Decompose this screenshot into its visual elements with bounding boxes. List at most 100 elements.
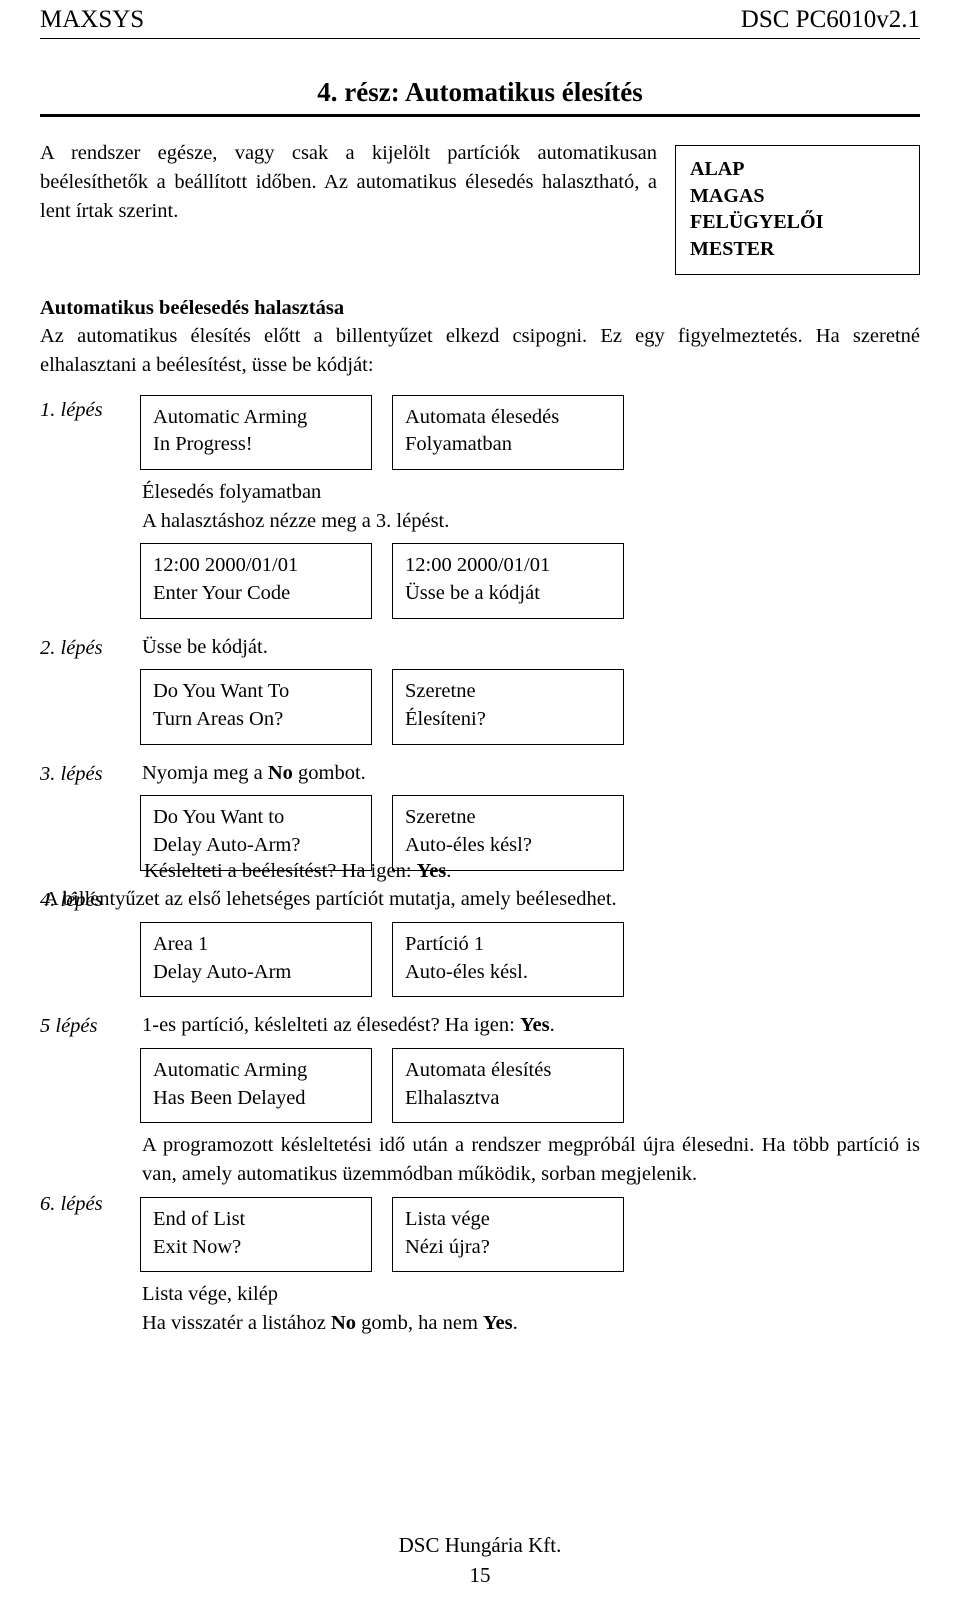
header-left-text: MAXSYS xyxy=(40,6,145,33)
page-header: MAXSYS DSC PC6010v2.1 xyxy=(40,0,920,34)
page-title: 4. rész: Automatikus élesítés xyxy=(317,77,643,107)
step-label: 1. lépés xyxy=(40,398,103,421)
note-bold: No xyxy=(330,1311,357,1334)
step-row: 2. lépés Üsse be kódját. Do You Want To … xyxy=(40,633,920,745)
step-label: 3. lépés xyxy=(40,762,103,785)
note-text: . xyxy=(549,1014,555,1037)
step-row: 6. lépés A programozott késleltetési idő… xyxy=(40,1131,920,1337)
note-text: . xyxy=(446,859,452,882)
step-note: A programozott késleltetési idő után a r… xyxy=(142,1134,920,1186)
lcd-display-english: Area 1 Delay Auto-Arm xyxy=(140,922,372,998)
step-note: A billentyűzet az első lehetséges partíc… xyxy=(44,888,617,911)
step-row: 4. lépés Késlelteti a beélesítést? Ha ig… xyxy=(40,860,920,998)
step-row: 5 lépés 1-es partíció, késlelteti az éle… xyxy=(40,1011,920,1124)
lcd-line: Lista vége xyxy=(405,1207,490,1230)
lcd-line: Delay Auto-Arm xyxy=(153,960,292,983)
lcd-display-hungarian: Szeretne Élesíteni? xyxy=(392,669,624,745)
access-level-box: ALAP MAGAS FELÜGYELŐI MESTER xyxy=(675,145,920,276)
note-bold: Yes xyxy=(483,1311,513,1334)
note-bold: Yes xyxy=(416,859,447,882)
section-heading: Automatikus beélesedés halasztása xyxy=(40,297,345,320)
header-divider xyxy=(40,38,920,39)
lcd-display-english: End of List Exit Now? xyxy=(140,1196,372,1273)
step-label: 6. lépés xyxy=(40,1193,103,1216)
lcd-line: 12:00 2000/01/01 xyxy=(153,554,299,577)
note-text: gomb, ha nem xyxy=(356,1311,484,1334)
note-text: Ha visszatér a listához xyxy=(142,1311,331,1334)
lcd-line: Auto-éles késl. xyxy=(405,960,528,983)
note-bold: Yes xyxy=(519,1014,550,1037)
note-text: Késlelteti a beélesítést? Ha igen: xyxy=(144,859,417,882)
lcd-display-hungarian: Partíció 1 Auto-éles késl. xyxy=(392,922,624,998)
intro-paragraph: A rendszer egésze, vagy csak a kijelölt … xyxy=(40,142,657,223)
lcd-pair: Do You Want To Turn Areas On? Szeretne É… xyxy=(140,669,920,745)
access-level-item: FELÜGYELŐI xyxy=(690,211,824,234)
header-right-text: DSC PC6010v2.1 xyxy=(740,6,920,33)
lcd-line: Automatic Arming xyxy=(153,1059,308,1082)
step-note: Élesedés folyamatban xyxy=(142,480,322,503)
footer-page-number: 15 xyxy=(469,1562,491,1587)
title-divider xyxy=(40,114,920,117)
step-row: 1. lépés Automatic Arming In Progress! A… xyxy=(40,394,920,619)
footer-company: DSC Hungária Kft. xyxy=(398,1533,562,1558)
lcd-display-english: 12:00 2000/01/01 Enter Your Code xyxy=(140,543,372,619)
lcd-line: Delay Auto-Arm? xyxy=(153,834,301,857)
lcd-line: Turn Areas On? xyxy=(153,708,284,731)
step-body: Nyomja meg a No gombot. Do You Want to D… xyxy=(140,759,920,871)
steps-container: 1. lépés Automatic Arming In Progress! A… xyxy=(40,394,920,1338)
lcd-display-hungarian: Lista vége Nézi újra? xyxy=(392,1196,624,1273)
page-footer: DSC Hungária Kft. 15 xyxy=(0,1531,960,1590)
lcd-display-hungarian: 12:00 2000/01/01 Üsse be a kódját xyxy=(392,543,624,619)
lcd-line: Has Been Delayed xyxy=(153,1086,306,1109)
step-label: 2. lépés xyxy=(40,636,103,659)
lcd-display-hungarian: Automata élesedés Folyamatban xyxy=(392,394,624,470)
step-note: Ha visszatér a listához No gomb, ha nem … xyxy=(140,1309,920,1338)
lcd-pair: Automatic Arming Has Been Delayed Automa… xyxy=(140,1048,920,1124)
access-level-item: ALAP xyxy=(690,158,745,180)
lcd-line: Folyamatban xyxy=(405,433,513,456)
step-note: A halasztáshoz nézze meg a 3. lépést. xyxy=(142,509,450,532)
lcd-line: End of List xyxy=(153,1207,246,1230)
lcd-line: Automata élesítés xyxy=(405,1059,552,1082)
note-text: 1-es partíció, késlelteti az élesedést? … xyxy=(142,1014,520,1037)
lcd-line: Automata élesedés xyxy=(405,405,560,428)
access-level-item: MAGAS xyxy=(690,184,765,207)
step-body: Automatic Arming In Progress! Automata é… xyxy=(140,394,920,619)
step-label: 5 lépés xyxy=(40,1015,98,1038)
lcd-line: 12:00 2000/01/01 xyxy=(405,554,551,577)
lcd-line: Partíció 1 xyxy=(405,933,485,956)
lcd-display-english: Automatic Arming In Progress! xyxy=(140,394,372,470)
note-text: . xyxy=(512,1311,518,1334)
note-bold: No xyxy=(267,761,293,784)
step-note: 1-es partíció, késlelteti az élesedést? … xyxy=(140,1011,920,1040)
lcd-pair: Automatic Arming In Progress! Automata é… xyxy=(140,394,920,470)
lcd-pair: 12:00 2000/01/01 Enter Your Code 12:00 2… xyxy=(140,543,920,619)
step-row: 3. lépés Nyomja meg a No gombot. Do You … xyxy=(40,759,920,871)
lcd-pair: End of List Exit Now? Lista vége Nézi új… xyxy=(140,1196,920,1273)
step-note: Nyomja meg a No gombot. xyxy=(140,759,920,788)
lcd-line: Enter Your Code xyxy=(153,581,291,604)
note-text: gombot. xyxy=(292,761,366,784)
step-note: Lista vége, kilép xyxy=(142,1283,279,1306)
section-paragraph: Az automatikus élesítés előtt a billenty… xyxy=(40,325,920,377)
step-body: Késlelteti a beélesítést? Ha igen: Yes. … xyxy=(44,860,920,998)
lcd-pair: Area 1 Delay Auto-Arm Partíció 1 Auto-él… xyxy=(140,922,920,998)
step-body: 1-es partíció, késlelteti az élesedést? … xyxy=(140,1011,920,1124)
lcd-line: Elhalasztva xyxy=(405,1086,500,1109)
lcd-line: Area 1 xyxy=(153,933,209,956)
lcd-display-english: Automatic Arming Has Been Delayed xyxy=(140,1048,372,1124)
lcd-line: In Progress! xyxy=(153,433,253,456)
step-body: Üsse be kódját. Do You Want To Turn Area… xyxy=(140,633,920,745)
lcd-display-english: Do You Want To Turn Areas On? xyxy=(140,669,372,745)
lcd-line: Élesíteni? xyxy=(405,708,486,731)
intro-section: A rendszer egésze, vagy csak a kijelölt … xyxy=(40,139,920,276)
lcd-line: Do You Want to xyxy=(153,806,285,829)
lcd-line: Auto-éles késl? xyxy=(405,834,532,857)
lcd-line: Exit Now? xyxy=(153,1235,242,1258)
step-note: Késlelteti a beélesítést? Ha igen: Yes. xyxy=(142,857,920,886)
lcd-line: Automatic Arming xyxy=(153,405,308,428)
lcd-display-hungarian: Automata élesítés Elhalasztva xyxy=(392,1048,624,1124)
lcd-line: Szeretne xyxy=(405,806,476,829)
lcd-line: Nézi újra? xyxy=(405,1235,490,1258)
access-level-item: MESTER xyxy=(690,237,775,260)
